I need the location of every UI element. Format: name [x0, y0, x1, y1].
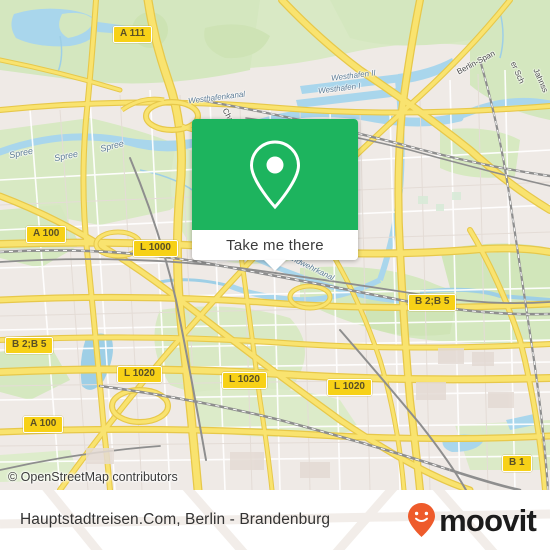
callout-footer[interactable]: Take me there	[192, 230, 358, 260]
moovit-wordmark: moovit	[439, 502, 537, 538]
road-shield: A 111	[113, 26, 153, 43]
road-shield: B 1	[502, 455, 532, 472]
place-title: Hauptstadtreisen.Com, Berlin - Brandenbu…	[20, 511, 331, 528]
osm-attribution[interactable]: © OpenStreetMap contributors	[8, 470, 178, 484]
take-me-there-label: Take me there	[226, 236, 324, 254]
road-shield: L 1020	[117, 366, 162, 383]
road-shield: A 100	[23, 416, 64, 433]
road-shield: A 100	[26, 226, 67, 243]
road-shield: L 1000	[133, 240, 178, 257]
map-pin-icon	[249, 139, 301, 209]
footer-bar: Hauptstadtreisen.Com, Berlin - Brandenbu…	[0, 490, 550, 550]
location-callout-card[interactable]: Take me there	[192, 119, 358, 271]
callout-header	[192, 119, 358, 230]
map-screenshot: A 111 A 100 L 1000 B 2;B 5 L 1020 L 1020…	[0, 0, 550, 550]
callout-pointer	[264, 260, 286, 271]
road-shield: B 2;B 5	[408, 294, 457, 311]
road-shield: L 1020	[222, 372, 267, 389]
road-shield: L 1020	[327, 379, 372, 396]
moovit-smiley-pin-icon	[408, 503, 436, 537]
road-shield: B 2;B 5	[5, 337, 54, 354]
moovit-logo[interactable]: moovit	[407, 502, 537, 538]
